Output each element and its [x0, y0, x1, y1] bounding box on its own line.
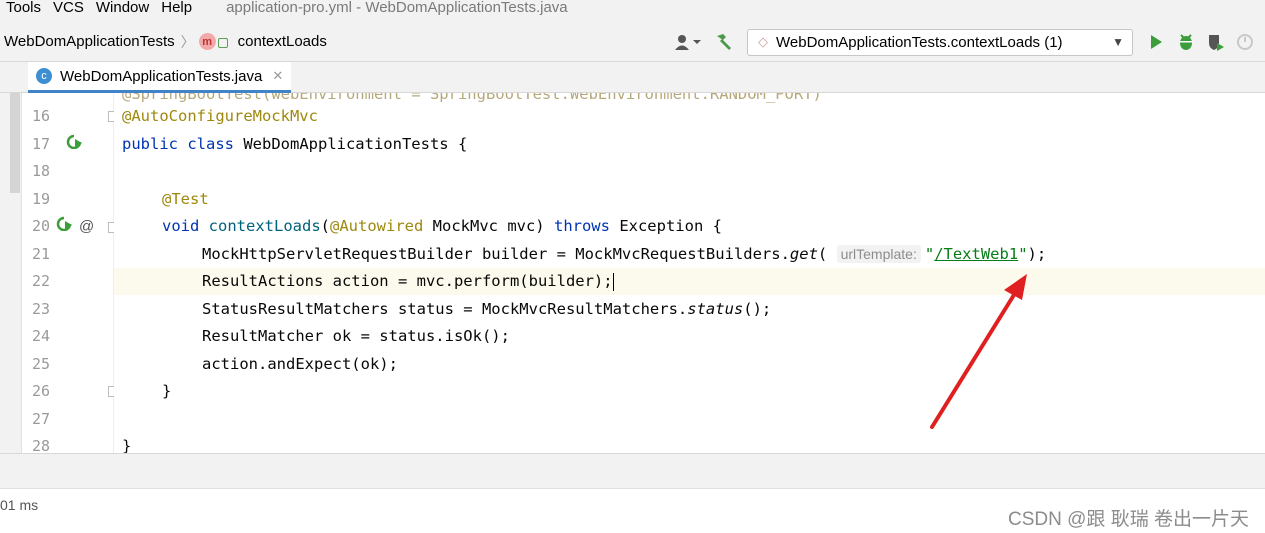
lock-icon — [217, 37, 228, 48]
menu-help[interactable]: Help — [155, 0, 198, 16]
window-title: application-pro.yml - WebDomApplicationT… — [226, 0, 568, 16]
watermark: CSDN @跟 耿瑞 卷出一片天 — [1008, 509, 1249, 530]
chevron-down-icon: ▼ — [1112, 35, 1124, 49]
run-config-label: WebDomApplicationTests.contextLoads (1) — [776, 33, 1063, 51]
close-icon[interactable]: ✕ — [272, 68, 283, 84]
bottom-tool-bar — [0, 453, 1265, 488]
editor-tab-bar: c WebDomApplicationTests.java ✕ — [0, 62, 1265, 93]
code-editor[interactable]: @SpringBootTest(webEnvironment = SpringB… — [114, 93, 1265, 453]
chevron-right-icon: 〉 — [180, 33, 195, 50]
code-line-28: } — [122, 437, 132, 453]
class-name: WebDomApplicationTests { — [243, 135, 468, 153]
run-status-area: 01 ms CSDN @跟 耿瑞 卷出一片天 — [0, 488, 1265, 533]
menu-bar: Tools VCS Window Help application-pro.ym… — [0, 0, 1265, 22]
code-line-19: @Test — [162, 186, 209, 213]
annotation-text: @AutoConfigureMockMvc — [122, 107, 318, 125]
code-line-20: void contextLoads(@Autowired MockMvc mvc… — [162, 217, 722, 235]
user-menu-icon[interactable] — [671, 31, 705, 53]
fold-markers — [0, 0, 130, 453]
breadcrumb-method[interactable]: contextLoads — [238, 33, 327, 50]
text-caret — [612, 272, 614, 291]
run-configuration-selector[interactable]: ◇ WebDomApplicationTests.contextLoads (1… — [747, 28, 1133, 56]
run-duration: 01 ms — [0, 497, 39, 513]
code-line-26: } — [162, 382, 172, 400]
code-line-24: ResultMatcher ok = status.isOk(); — [202, 327, 510, 345]
profiler-icon[interactable] — [1235, 31, 1257, 53]
build-hammer-icon[interactable] — [713, 31, 735, 53]
url-template-link[interactable]: /TextWeb1 — [934, 245, 1018, 263]
method-icon: m — [198, 33, 216, 50]
code-line-17: public class WebDomApplicationTests { — [122, 131, 467, 158]
navigation-bar: WebDomApplicationTests 〉 m contextLoads … — [0, 22, 1265, 62]
debug-bug-icon[interactable] — [1175, 31, 1197, 53]
run-config-icon: ◇ — [758, 34, 768, 49]
code-line-16: @AutoConfigureMockMvc — [122, 103, 318, 130]
run-icon[interactable] — [1145, 31, 1167, 53]
parameter-hint: urlTemplate: — [836, 245, 921, 263]
coverage-shield-icon[interactable] — [1205, 31, 1227, 53]
code-line-21: MockHttpServletRequestBuilder builder = … — [202, 245, 1047, 263]
code-line-23: StatusResultMatchers status = MockMvcRes… — [202, 300, 772, 318]
code-line-22: ResultActions action = mvc.perform(build… — [202, 272, 614, 291]
annotation-text: @Test — [162, 190, 209, 208]
run-toolbar: ◇ WebDomApplicationTests.contextLoads (1… — [667, 22, 1265, 62]
keyword: public class — [122, 135, 244, 153]
code-line-25: action.andExpect(ok); — [202, 355, 398, 373]
